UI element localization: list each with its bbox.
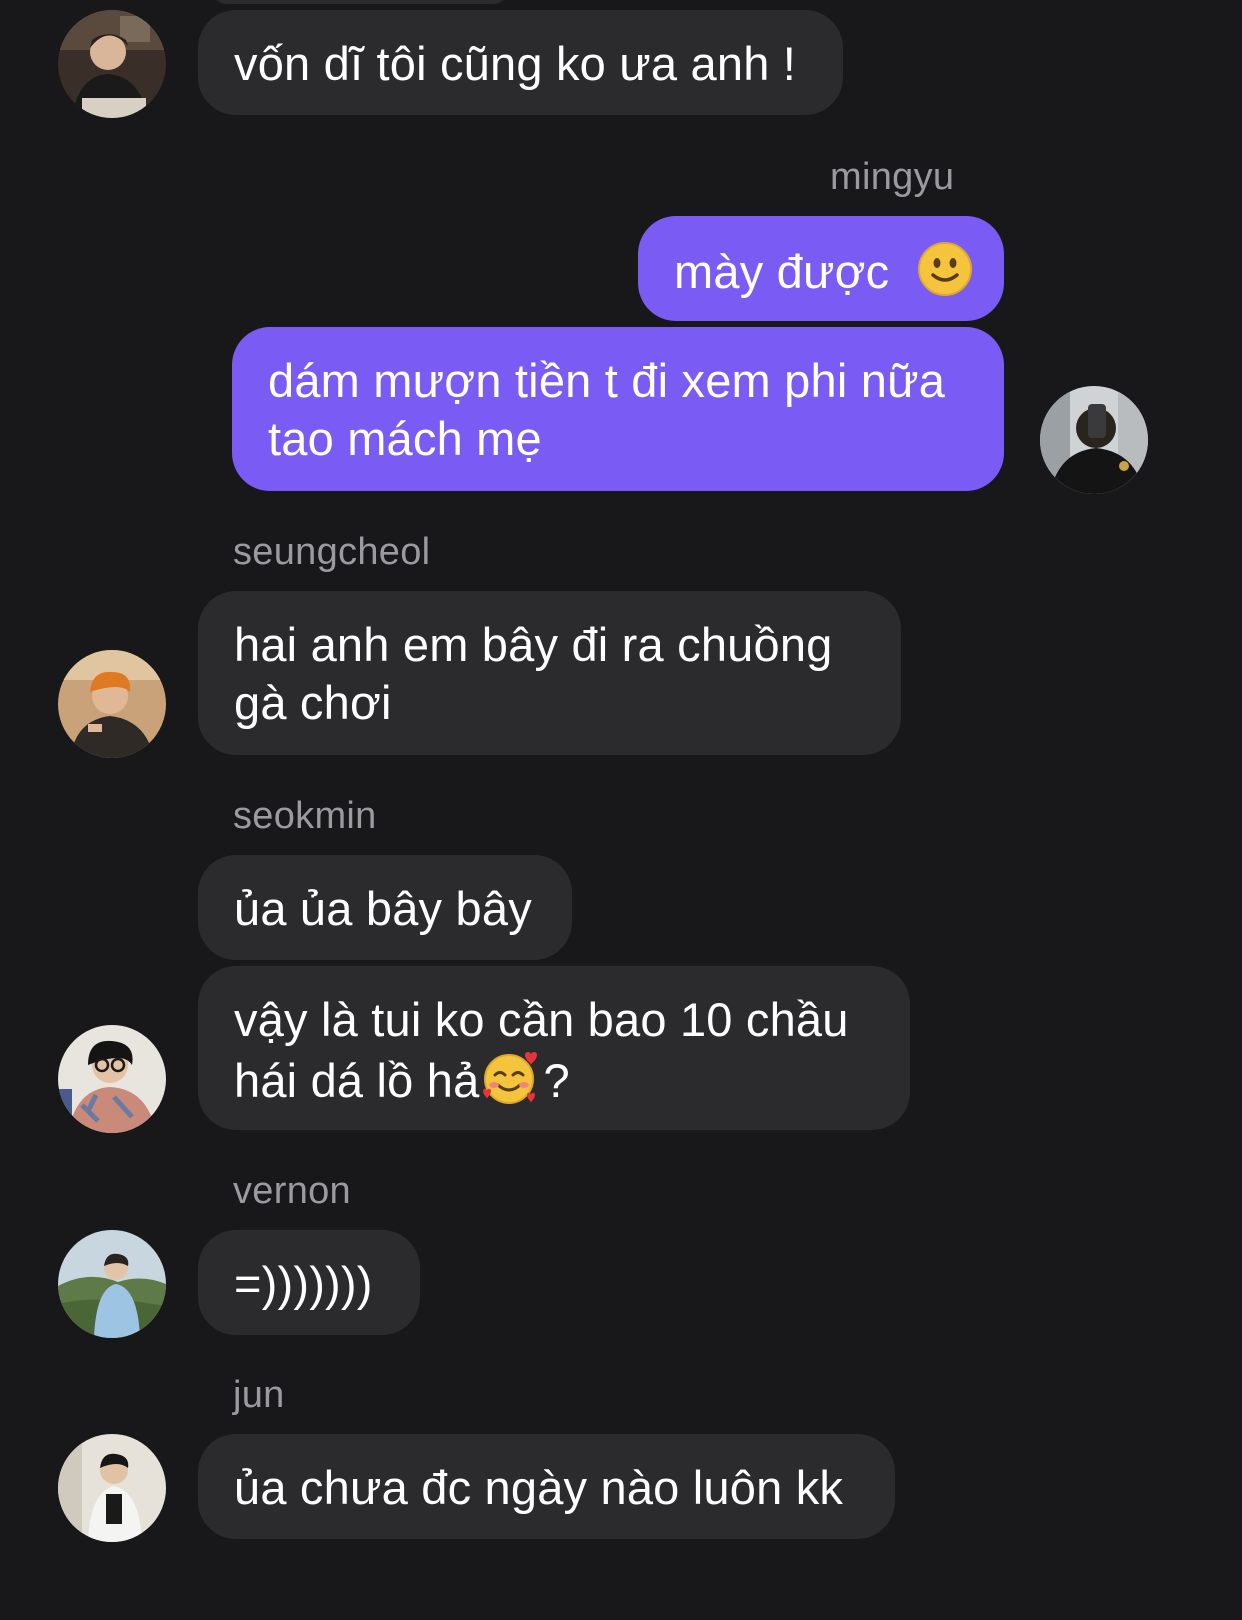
message-text-line: tao mách mẹ bbox=[268, 412, 542, 465]
previous-message-bubble[interactable] bbox=[210, 0, 510, 4]
message-bubble[interactable]: ủa chưa đc ngày nào luôn kk bbox=[198, 1434, 895, 1539]
message-text: =))))))) bbox=[234, 1257, 373, 1310]
avatar-photo-icon bbox=[58, 10, 166, 118]
sender-name: vernon bbox=[233, 1170, 351, 1212]
message-text-line: vậy là tui ko cần bao 10 chầu bbox=[234, 993, 849, 1046]
avatar[interactable] bbox=[58, 10, 166, 118]
message-bubble[interactable]: mày được bbox=[638, 216, 1004, 321]
message-bubble[interactable]: =))))))) bbox=[198, 1230, 420, 1335]
avatar[interactable] bbox=[58, 650, 166, 758]
message-bubble[interactable]: vốn dĩ tôi cũng ko ưa anh ! bbox=[198, 10, 843, 115]
sender-name: seokmin bbox=[233, 795, 377, 837]
message-bubble[interactable]: hai anh em bây đi ra chuồng gà chơi bbox=[198, 591, 901, 755]
avatar-photo-icon bbox=[58, 650, 166, 758]
chat-thread: vốn dĩ tôi cũng ko ưa anh ! mingyu mày đ… bbox=[0, 0, 1242, 1620]
avatar-photo-icon bbox=[1040, 386, 1148, 494]
avatar-photo-icon bbox=[58, 1025, 166, 1133]
sender-name: mingyu bbox=[830, 156, 955, 198]
avatar[interactable] bbox=[58, 1025, 166, 1133]
avatar-photo-icon bbox=[58, 1230, 166, 1338]
message-text-line: dám mượn tiền t đi xem phi nữa bbox=[268, 354, 946, 407]
avatar[interactable] bbox=[58, 1434, 166, 1542]
smiling-face-with-hearts-icon bbox=[481, 1049, 541, 1120]
message-text-line: hai anh em bây đi ra chuồng bbox=[234, 618, 833, 671]
message-text: ủa ủa bây bây bbox=[234, 882, 532, 935]
message-text-line: hái dá lồ hả ? bbox=[234, 1049, 874, 1120]
message-text: ủa chưa đc ngày nào luôn kk bbox=[234, 1461, 844, 1514]
message-text: mày được bbox=[674, 244, 890, 298]
message-bubble[interactable]: vậy là tui ko cần bao 10 chầu hái dá lồ … bbox=[198, 966, 910, 1130]
slightly-smiling-face-icon bbox=[917, 241, 973, 310]
avatar[interactable] bbox=[58, 1230, 166, 1338]
message-text: ? bbox=[543, 1053, 570, 1107]
message-bubble[interactable]: dám mượn tiền t đi xem phi nữa tao mách … bbox=[232, 327, 1004, 491]
message-text: hái dá lồ hả bbox=[234, 1053, 480, 1107]
avatar[interactable] bbox=[1040, 386, 1148, 494]
message-text: vốn dĩ tôi cũng ko ưa anh ! bbox=[234, 37, 797, 90]
message-text-line: gà chơi bbox=[234, 676, 392, 729]
sender-name: seungcheol bbox=[233, 531, 431, 573]
message-bubble[interactable]: ủa ủa bây bây bbox=[198, 855, 572, 960]
avatar-photo-icon bbox=[58, 1434, 166, 1542]
sender-name: jun bbox=[233, 1374, 285, 1416]
